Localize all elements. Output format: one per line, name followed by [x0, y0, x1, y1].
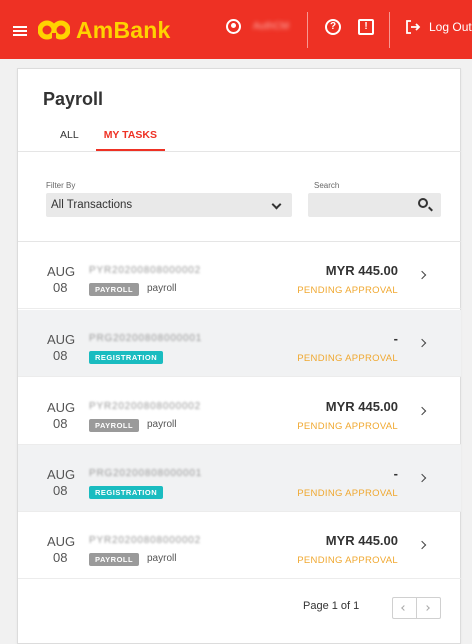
next-page-button[interactable] — [417, 598, 440, 618]
chevron-right-icon[interactable] — [417, 473, 427, 483]
task-month: AUG — [47, 467, 76, 482]
brand-logo[interactable]: AmBank — [38, 14, 171, 46]
task-row[interactable]: AUG 08 PRG20200808000001 REGISTRATION - … — [18, 445, 461, 512]
logout-button[interactable]: Log Out — [405, 19, 472, 35]
task-day: 08 — [53, 550, 68, 565]
task-reference: PRG20200808000001 — [89, 333, 203, 344]
task-amount: MYR 445.00 — [325, 263, 398, 278]
chevron-left-icon — [401, 605, 407, 611]
footer-divider — [18, 578, 461, 579]
task-status: PENDING APPROVAL — [297, 421, 398, 432]
user-menu[interactable]: AuthCM — [226, 19, 289, 34]
tab-all[interactable]: ALL — [43, 129, 96, 151]
task-type-badge: PAYROLL — [89, 283, 140, 296]
payroll-panel: Payroll ALL MY TASKS Filter By All Trans… — [17, 68, 461, 644]
task-amount: - — [393, 466, 398, 481]
task-month: AUG — [47, 400, 76, 415]
task-status: PENDING APPROVAL — [297, 488, 398, 499]
task-type-badge: REGISTRATION — [89, 351, 164, 364]
task-amount: MYR 445.00 — [325, 533, 398, 548]
filter-select[interactable]: All Transactions — [46, 193, 292, 217]
tabs: ALL MY TASKS — [43, 129, 165, 151]
logout-icon — [406, 20, 421, 34]
task-description: payroll — [147, 283, 177, 294]
task-month: AUG — [47, 264, 76, 279]
task-status: PENDING APPROVAL — [297, 285, 398, 296]
task-type-badge: PAYROLL — [89, 553, 140, 566]
chevron-down-icon — [271, 199, 282, 210]
task-row[interactable]: AUG 08 PRG20200808000001 REGISTRATION - … — [18, 310, 461, 377]
task-amount: MYR 445.00 — [325, 399, 398, 414]
chevron-right-icon[interactable] — [417, 338, 427, 348]
task-month: AUG — [47, 332, 76, 347]
chevron-right-icon — [424, 605, 430, 611]
pagination-info: Page 1 of 1 — [303, 600, 360, 612]
task-status: PENDING APPROVAL — [297, 555, 398, 566]
help-icon[interactable]: ? — [325, 19, 341, 35]
brand-name: AmBank — [76, 16, 171, 43]
menu-icon[interactable] — [13, 26, 27, 36]
task-status: PENDING APPROVAL — [297, 353, 398, 364]
task-amount: - — [393, 331, 398, 346]
task-month: AUG — [47, 534, 76, 549]
task-reference: PYR20200808000002 — [89, 265, 202, 276]
tab-divider — [18, 151, 461, 152]
task-description: payroll — [147, 419, 177, 430]
search-input[interactable] — [308, 193, 441, 217]
task-day: 08 — [53, 280, 68, 295]
task-day: 08 — [53, 348, 68, 363]
chevron-right-icon[interactable] — [417, 540, 427, 550]
task-day: 08 — [53, 416, 68, 431]
search-label: Search — [314, 181, 340, 190]
task-reference: PYR20200808000002 — [89, 401, 202, 412]
task-row[interactable]: AUG 08 PYR20200808000002 PAYROLL payroll… — [18, 242, 461, 309]
task-row[interactable]: AUG 08 PYR20200808000002 PAYROLL payroll… — [18, 378, 461, 445]
task-row[interactable]: AUG 08 PYR20200808000002 PAYROLL payroll… — [18, 512, 461, 579]
top-bar: AmBank AuthCM ? ! Log Out — [0, 0, 472, 59]
search-icon[interactable] — [418, 198, 428, 208]
chevron-right-icon[interactable] — [417, 406, 427, 416]
task-day: 08 — [53, 483, 68, 498]
task-type-badge: PAYROLL — [89, 419, 140, 432]
pagination-controls — [392, 597, 441, 619]
page-title: Payroll — [43, 89, 104, 109]
task-reference: PYR20200808000002 — [89, 535, 202, 546]
previous-page-button[interactable] — [393, 598, 417, 618]
task-reference: PRG20200808000001 — [89, 468, 203, 479]
logout-label: Log Out — [429, 20, 472, 34]
filter-label: Filter By — [46, 181, 76, 190]
header-divider — [389, 12, 390, 48]
task-type-badge: REGISTRATION — [89, 486, 164, 499]
user-icon — [226, 19, 241, 34]
filter-value: All Transactions — [51, 199, 133, 211]
tab-my-tasks[interactable]: MY TASKS — [95, 129, 165, 151]
task-description: payroll — [147, 553, 177, 564]
header-divider — [307, 12, 308, 48]
ambank-logo-icon — [38, 20, 70, 40]
chevron-right-icon[interactable] — [417, 270, 427, 280]
alert-icon[interactable]: ! — [358, 19, 374, 35]
user-name: AuthCM — [253, 21, 290, 32]
